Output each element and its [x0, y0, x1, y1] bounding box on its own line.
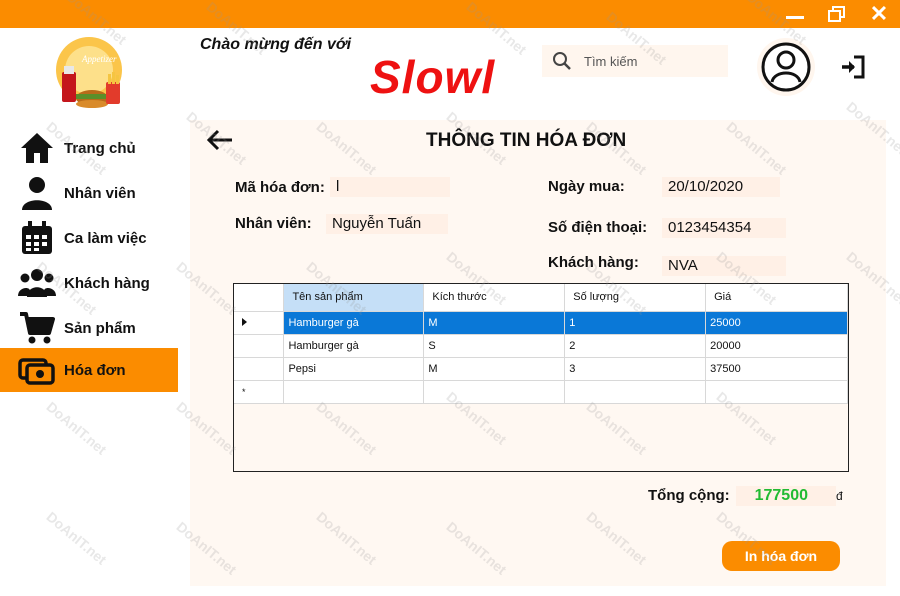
date-label: Ngày mua: — [548, 178, 625, 195]
row-header[interactable] — [234, 311, 285, 335]
cell-price[interactable] — [705, 380, 848, 404]
row-header[interactable]: * — [234, 380, 285, 404]
table-row[interactable]: Hamburger gà M 1 25000 — [234, 311, 848, 335]
cell-product[interactable] — [283, 380, 425, 404]
column-header-product[interactable]: Tên sản phẩm — [283, 284, 425, 312]
sidebar-item-employees[interactable]: Nhân viên — [0, 171, 178, 215]
sidebar-item-products[interactable]: Sản phẩm — [0, 306, 178, 350]
home-icon — [17, 130, 57, 166]
calendar-icon — [17, 220, 57, 256]
logout-icon[interactable] — [840, 54, 866, 80]
sidebar-item-label: Trang chủ — [64, 139, 136, 157]
cell-price[interactable]: 25000 — [705, 311, 848, 335]
sidebar-item-label: Ca làm việc — [64, 229, 147, 247]
search-input[interactable] — [584, 53, 714, 69]
sidebar-item-label: Sản phẩm — [64, 319, 136, 337]
cell-product[interactable]: Pepsi — [283, 357, 425, 381]
cell-quantity[interactable]: 3 — [564, 357, 707, 381]
row-header[interactable] — [234, 357, 285, 381]
minimize-icon[interactable] — [784, 4, 806, 24]
new-row[interactable]: * — [234, 380, 848, 404]
cell-size[interactable]: S — [423, 334, 566, 358]
sidebar-item-home[interactable]: Trang chủ — [0, 126, 178, 170]
print-invoice-button[interactable]: In hóa đơn — [722, 541, 840, 571]
column-header-price[interactable]: Giá — [705, 284, 848, 312]
new-row-marker: * — [242, 386, 246, 397]
cart-icon — [17, 310, 57, 346]
table-row[interactable]: Pepsi M 3 37500 — [234, 357, 848, 381]
avatar[interactable] — [756, 36, 816, 98]
grid-corner — [234, 284, 285, 312]
sidebar-item-label: Nhân viên — [64, 184, 136, 202]
cell-quantity[interactable]: 1 — [564, 311, 707, 335]
row-pointer-icon — [242, 317, 247, 326]
column-header-size[interactable]: Kích thước — [423, 284, 566, 312]
svg-text:Appetizer: Appetizer — [81, 54, 117, 64]
row-header[interactable] — [234, 334, 285, 358]
sidebar-item-label: Khách hàng — [64, 274, 150, 292]
customer-label: Khách hàng: — [548, 254, 639, 271]
sidebar-item-label: Hóa đơn — [64, 361, 126, 379]
employee-label: Nhân viên: — [235, 215, 312, 232]
column-header-quantity[interactable]: Số lượng — [564, 284, 707, 312]
table-row[interactable]: Hamburger gà S 2 20000 — [234, 334, 848, 358]
date-value: 20/10/2020 — [662, 177, 780, 197]
employee-value: Nguyễn Tuấn — [326, 214, 448, 234]
app-logo: Appetizer — [52, 32, 126, 118]
brand-name: Slowl — [370, 51, 496, 103]
invoice-items-grid[interactable]: Tên sản phẩm Kích thước Số lượng Giá Ham… — [233, 283, 849, 472]
sidebar: Trang chủ Nhân viên Ca làm việc Khách hà… — [0, 122, 178, 596]
sidebar-item-customers[interactable]: Khách hàng — [0, 261, 178, 305]
cell-size[interactable]: M — [423, 357, 566, 381]
sidebar-item-invoices[interactable]: Hóa đơn — [0, 348, 178, 392]
cell-size[interactable] — [423, 380, 566, 404]
grid-header-row: Tên sản phẩm Kích thước Số lượng Giá — [234, 284, 848, 312]
total-value: 177500 — [736, 486, 836, 506]
cell-size[interactable]: M — [423, 311, 566, 335]
welcome-text: Chào mừng đến với — [200, 36, 352, 53]
search-icon — [552, 51, 572, 71]
search-box — [542, 45, 728, 77]
title-bar: ✕ — [0, 0, 900, 28]
page-title: THÔNG TIN HÓA ĐƠN — [426, 130, 627, 151]
user-icon — [17, 175, 57, 211]
money-icon — [17, 352, 57, 388]
phone-label: Số điện thoại: — [548, 219, 648, 236]
cell-price[interactable]: 37500 — [705, 357, 848, 381]
cell-price[interactable]: 20000 — [705, 334, 848, 358]
phone-value: 0123454354 — [662, 218, 786, 238]
cell-quantity[interactable] — [564, 380, 707, 404]
total-label: Tổng cộng: — [648, 487, 730, 504]
sidebar-item-shifts[interactable]: Ca làm việc — [0, 216, 178, 260]
invoice-id-value: l — [330, 177, 450, 197]
cell-product[interactable]: Hamburger gà — [283, 334, 425, 358]
currency-symbol: đ — [836, 489, 843, 503]
cell-product[interactable]: Hamburger gà — [283, 311, 425, 335]
cell-quantity[interactable]: 2 — [564, 334, 707, 358]
maximize-icon[interactable] — [826, 4, 848, 24]
customer-value: NVA — [662, 256, 786, 276]
back-arrow-icon[interactable] — [206, 128, 234, 152]
users-icon — [17, 265, 57, 301]
close-icon[interactable]: ✕ — [868, 3, 890, 25]
invoice-id-label: Mã hóa đơn: — [235, 179, 325, 196]
